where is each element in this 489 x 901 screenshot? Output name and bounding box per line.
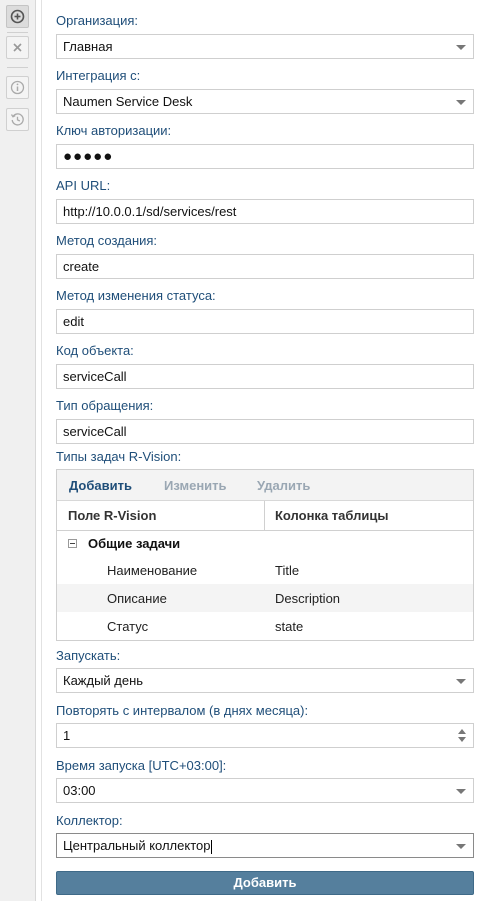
integration-value: Naumen Service Desk — [63, 94, 193, 109]
collector-value: Центральный коллектор — [63, 838, 211, 853]
status-method-input[interactable]: edit — [56, 309, 474, 334]
organization-value: Главная — [63, 39, 113, 54]
api-url-value: http://10.0.0.1/sd/services/rest — [63, 204, 237, 219]
auth-key-label: Ключ авторизации: — [56, 123, 172, 138]
grid-add-button[interactable]: Добавить — [69, 478, 132, 493]
group-label: Общие задачи — [88, 536, 181, 551]
request-type-input[interactable]: serviceCall — [56, 419, 474, 444]
cell-field: Наименование — [107, 563, 198, 578]
history-icon[interactable] — [6, 108, 29, 131]
object-code-label: Код объекта: — [56, 343, 134, 358]
toolbar-divider — [7, 32, 28, 33]
collapse-icon[interactable] — [68, 539, 77, 548]
request-type-label: Тип обращения: — [56, 398, 154, 413]
object-code-value: serviceCall — [63, 369, 127, 384]
grid-edit-button[interactable]: Изменить — [164, 478, 227, 493]
object-code-input[interactable]: serviceCall — [56, 364, 474, 389]
text-cursor — [211, 839, 213, 854]
cell-field: Описание — [107, 591, 167, 606]
add-circle-icon[interactable] — [6, 5, 29, 28]
run-select[interactable]: Каждый день — [56, 668, 474, 693]
toolbar-divider — [7, 67, 28, 68]
collector-label: Коллектор: — [56, 813, 123, 828]
start-time-select[interactable]: 03:00 — [56, 778, 474, 803]
api-url-label: API URL: — [56, 178, 111, 193]
run-value: Каждый день — [63, 673, 144, 688]
spin-up-icon[interactable] — [458, 729, 466, 734]
task-types-label: Типы задач R-Vision: — [56, 449, 182, 464]
repeat-label: Повторять с интервалом (в днях месяца): — [56, 703, 309, 718]
task-types-grid: Добавить Изменить Удалить Поле R-Vision … — [56, 469, 474, 641]
close-icon-glyph — [13, 43, 22, 52]
integration-form: Организация: Главная Интеграция с: Naume… — [41, 0, 489, 901]
create-method-input[interactable]: create — [56, 254, 474, 279]
table-row[interactable]: Статус state — [57, 612, 473, 640]
repeat-stepper[interactable]: 1 — [56, 723, 474, 748]
info-icon-glyph — [10, 80, 25, 95]
chevron-down-icon — [456, 789, 466, 794]
repeat-value: 1 — [63, 728, 71, 743]
auth-key-input[interactable]: ●●●●● — [56, 144, 474, 169]
cell-field: Статус — [107, 619, 149, 634]
table-row[interactable]: Описание Description — [57, 584, 473, 612]
table-row[interactable]: Наименование Title — [57, 556, 473, 584]
add-circle-icon-glyph — [10, 9, 25, 24]
chevron-down-icon — [456, 844, 466, 849]
status-method-value: edit — [63, 314, 84, 329]
api-url-input[interactable]: http://10.0.0.1/sd/services/rest — [56, 199, 474, 224]
chevron-down-icon — [456, 100, 466, 105]
create-method-value: create — [63, 259, 100, 274]
collector-select[interactable]: Центральный коллектор — [56, 833, 474, 858]
column-header-field[interactable]: Поле R-Vision — [68, 508, 156, 523]
request-type-value: serviceCall — [63, 424, 127, 439]
close-icon[interactable] — [6, 36, 29, 59]
grid-header: Поле R-Vision Колонка таблицы — [57, 501, 473, 531]
status-method-label: Метод изменения статуса: — [56, 288, 216, 303]
run-label: Запускать: — [56, 648, 121, 663]
grid-delete-button[interactable]: Удалить — [257, 478, 310, 493]
chevron-down-icon — [456, 45, 466, 50]
create-method-label: Метод создания: — [56, 233, 158, 248]
add-button[interactable]: Добавить — [56, 871, 474, 895]
spin-down-icon[interactable] — [458, 737, 466, 742]
organization-select[interactable]: Главная — [56, 34, 474, 59]
cell-column: Description — [275, 591, 341, 606]
start-time-label: Время запуска [UTC+03:00]: — [56, 758, 227, 773]
info-icon[interactable] — [6, 76, 29, 99]
auth-key-value: ●●●●● — [63, 148, 114, 165]
integration-select[interactable]: Naumen Service Desk — [56, 89, 474, 114]
cell-column: Title — [275, 563, 300, 578]
side-toolbar — [0, 0, 36, 901]
integration-label: Интеграция с: — [56, 68, 141, 83]
organization-label: Организация: — [56, 13, 139, 28]
cell-column: state — [275, 619, 304, 634]
column-divider — [264, 501, 265, 530]
grid-toolbar: Добавить Изменить Удалить — [57, 470, 473, 501]
column-header-column[interactable]: Колонка таблицы — [275, 508, 388, 523]
chevron-down-icon — [456, 679, 466, 684]
start-time-value: 03:00 — [63, 783, 96, 798]
history-icon-glyph — [10, 113, 24, 126]
group-row[interactable]: Общие задачи — [57, 531, 473, 556]
